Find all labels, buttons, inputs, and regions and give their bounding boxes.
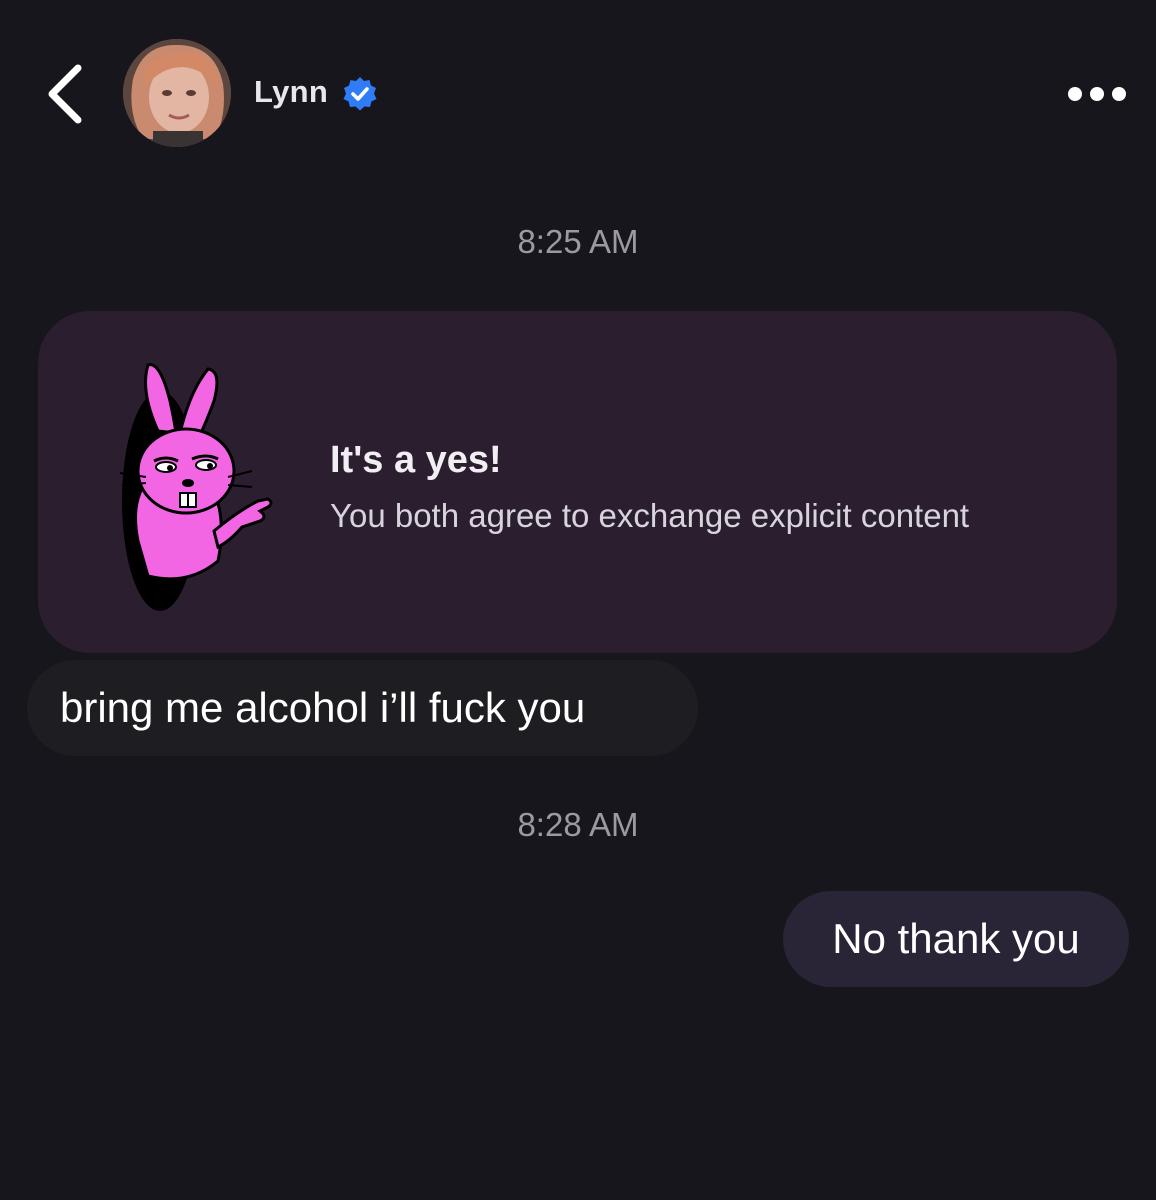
contact-avatar[interactable] bbox=[123, 39, 231, 147]
avatar-image bbox=[123, 39, 231, 147]
pink-bunny-illustration bbox=[118, 361, 318, 611]
chat-header: Lynn bbox=[0, 0, 1156, 190]
outgoing-message-bubble[interactable]: No thank you bbox=[783, 891, 1129, 987]
chat-screen: Lynn 8:25 AM It's a yes! You both agree … bbox=[0, 0, 1156, 1200]
verified-badge-icon bbox=[341, 75, 379, 113]
message-timestamp: 8:25 AM bbox=[517, 223, 639, 260]
chevron-left-icon bbox=[48, 64, 82, 124]
incoming-message-bubble[interactable]: bring me alcohol i’ll fuck you bbox=[27, 660, 698, 756]
back-button[interactable] bbox=[38, 58, 98, 128]
consent-card: It's a yes! You both agree to exchange e… bbox=[38, 311, 1117, 653]
consent-title: It's a yes! bbox=[330, 439, 502, 481]
consent-subtitle: You both agree to exchange explicit cont… bbox=[330, 497, 970, 534]
contact-name[interactable]: Lynn bbox=[254, 74, 328, 110]
more-horizontal-icon bbox=[1068, 87, 1126, 101]
more-options-button[interactable] bbox=[1062, 76, 1132, 112]
message-timestamp: 8:28 AM bbox=[517, 806, 639, 843]
